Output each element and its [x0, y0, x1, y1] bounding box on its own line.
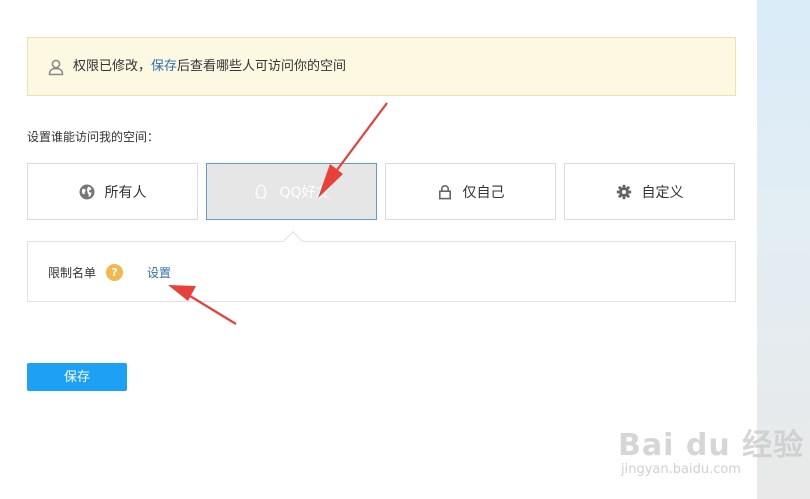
gear-icon — [616, 184, 631, 199]
watermark-logo: Bai du 经验 — [618, 428, 805, 463]
option-custom[interactable]: 自定义 — [564, 163, 735, 220]
notice-text-before: 权限已修改， — [73, 59, 152, 74]
permission-notice: 权限已修改，保存后查看哪些人可访问你的空间 — [27, 37, 736, 96]
option-only-me-label: 仅自己 — [462, 184, 505, 201]
option-everyone-label: 所有人 — [104, 184, 147, 201]
option-qq-friends[interactable]: QQ好友 — [206, 163, 377, 220]
notice-text-after: 后查看哪些人可访问你的空间 — [177, 59, 347, 74]
save-button[interactable]: 保存 — [27, 363, 127, 391]
restrict-list-label: 限制名单 — [48, 266, 97, 280]
help-icon[interactable]: ? — [106, 264, 123, 281]
qq-penguin-icon — [255, 184, 268, 199]
user-icon — [48, 59, 64, 76]
option-everyone[interactable]: 所有人 — [27, 163, 198, 220]
restrict-settings-link[interactable]: 设置 — [147, 264, 171, 281]
watermark-url: jingyan.baidu.com — [621, 462, 741, 477]
baidu-jingyan-watermark: Bai du 经验 jingyan.baidu.com — [618, 420, 803, 490]
restrict-list-panel: 限制名单 ? 设置 — [27, 241, 736, 302]
option-qq-friends-label: QQ好友 — [279, 184, 330, 201]
access-section-label: 设置谁能访问我的空间： — [27, 130, 160, 144]
lock-icon — [438, 184, 451, 199]
option-only-me[interactable]: 仅自己 — [385, 163, 556, 220]
notice-text: 权限已修改，保存后查看哪些人可访问你的空间 — [73, 58, 346, 76]
notice-save-link[interactable]: 保存 — [151, 59, 177, 74]
option-custom-label: 自定义 — [641, 184, 684, 201]
globe-icon — [79, 184, 94, 199]
